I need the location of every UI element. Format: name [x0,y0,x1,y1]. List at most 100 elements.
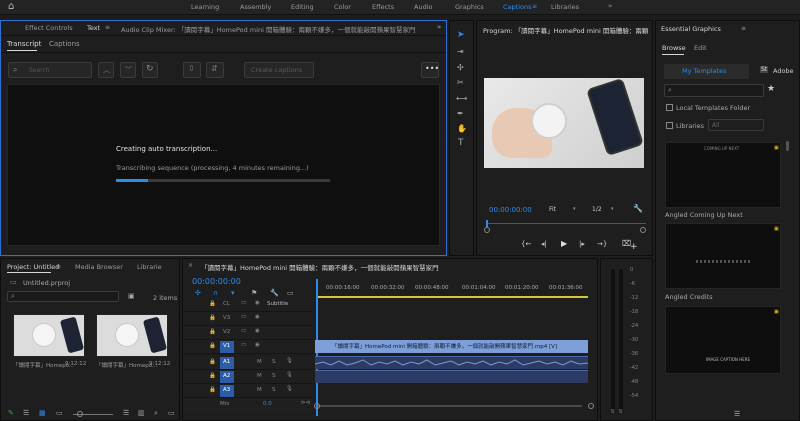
solo-right-button[interactable]: S [619,409,622,415]
adobe-stock-label[interactable]: Adobe [773,67,794,75]
zoom-chevron-icon[interactable]: ▾ [573,206,576,212]
tab-edit[interactable]: Edit [694,44,707,52]
solo-left-button[interactable]: S [611,409,614,415]
workspace-libraries[interactable]: Libraries [551,3,579,11]
tab-text[interactable]: Text [87,24,100,32]
panel-menu-icon[interactable]: ≡ [105,24,110,31]
mark-out-icon[interactable]: →} [597,240,607,248]
timeline-scroll-handle-left[interactable] [314,403,320,409]
project-clip-thumbnail-2[interactable] [96,314,168,357]
freeform-view-icon[interactable]: ▭ [56,409,63,417]
home-icon[interactable]: ⌂ [8,1,14,12]
tab-audio-clip-mixer[interactable]: Audio Clip Mixer: 「讀閱字幕」HomePod mini 開箱體… [121,24,431,34]
captions-toggle-icon[interactable]: ▭ [287,289,294,297]
project-clip-thumbnail-1[interactable] [13,314,85,357]
tab-effect-controls[interactable]: Effect Controls [25,24,73,32]
tab-transcript[interactable]: Transcript [7,40,41,48]
timeline-scrollbar[interactable] [318,405,582,407]
track-select-tool-icon[interactable]: ⇥ [457,47,464,56]
list-view-icon[interactable]: ☰ [23,409,29,417]
workspace-captions[interactable]: Captions [503,3,532,11]
eye-icon[interactable]: ◉ [255,300,260,306]
selection-tool-icon[interactable]: ➤ [457,30,465,40]
audio-clip-a1[interactable] [314,356,589,369]
snap-icon[interactable]: ✣ [195,289,201,297]
templates-search[interactable]: ⌕ [664,84,764,97]
settings-wrench-icon[interactable]: 🔧 [633,204,643,213]
tab-browse[interactable]: Browse [662,44,686,52]
timeline-settings-icon[interactable]: 🔧 [270,289,279,297]
tab-captions[interactable]: Captions [49,40,80,48]
more-options-button[interactable]: ••• [421,62,439,78]
project-menu-icon[interactable]: ≡ [56,263,61,270]
automate-icon[interactable]: ▥ [138,409,145,417]
hand-tool-icon[interactable]: ✋ [457,124,467,133]
workspace-assembly[interactable]: Assembly [240,3,271,11]
lock-icon[interactable]: 🔒 [209,315,216,321]
step-back-icon[interactable]: ◂| [541,240,547,248]
mute-button[interactable]: M [257,359,262,365]
next-result-button[interactable]: ﹀ [120,62,136,78]
marker-icon[interactable]: ⚑ [251,289,257,297]
lock-icon[interactable]: 🔒 [209,329,216,335]
lock-icon[interactable]: 🔒 [209,387,216,393]
refresh-button[interactable]: ↻ [142,62,158,78]
workspace-learning[interactable]: Learning [191,3,219,11]
eye-icon[interactable]: ◉ [255,342,260,348]
eye-icon[interactable]: ◉ [255,314,260,320]
new-item-icon[interactable]: ▭ [168,409,175,417]
template-thumbnail-coming-up-next[interactable]: COMING UP NEXT ▣ [665,142,781,208]
create-captions-button[interactable]: Create captions [244,62,314,78]
eg-scrollbar[interactable] [786,141,789,151]
sync-lock-icon[interactable]: ▭ [241,342,246,348]
workspace-color[interactable]: Color [334,3,351,11]
mute-button[interactable]: M [257,373,262,379]
panel-overflow-icon[interactable]: » [437,23,441,31]
merge-segments-button[interactable]: ⇳ [183,62,201,78]
step-forward-icon[interactable]: |▸ [579,240,585,248]
razor-tool-icon[interactable]: ✂ [457,78,464,87]
icon-view-icon[interactable]: ▦ [39,409,46,417]
solo-button[interactable]: S [272,387,276,393]
sort-icon[interactable]: ☰ [123,409,129,417]
pencil-icon[interactable]: ✎ [8,409,14,417]
timecode-display[interactable]: 00:00:00:00 [192,277,241,286]
sync-lock-icon[interactable]: ▭ [241,328,246,334]
solo-button[interactable]: S [272,359,276,365]
pen-tool-icon[interactable]: ✒ [457,109,464,118]
tab-libraries[interactable]: Librarie [137,263,162,271]
slip-tool-icon[interactable]: ⟷ [456,94,467,103]
scrub-start-handle[interactable] [484,227,490,233]
template-thumbnail-angled-credits[interactable]: ▣ [665,223,781,289]
search-field[interactable]: ⌕ Search [8,62,92,78]
tab-project[interactable]: Project: Untitled [7,263,59,271]
project-search[interactable]: ⌕ [7,291,119,302]
my-templates-tab[interactable]: My Templates [664,64,749,79]
workspace-graphics[interactable]: Graphics [455,3,484,11]
new-bin-icon[interactable]: ▣ [128,292,135,300]
lock-icon[interactable]: 🔒 [209,373,216,379]
scrub-end-handle[interactable] [640,227,646,233]
type-tool-icon[interactable]: T [458,138,464,148]
find-icon[interactable]: ⌕ [154,409,158,418]
local-folder-checkbox[interactable] [666,104,673,111]
program-scrub-bar[interactable] [486,223,646,224]
mark-in-icon[interactable]: {← [521,240,531,248]
playhead-marker[interactable] [486,220,488,227]
timeline-scroll-handle-right[interactable] [588,403,594,409]
eye-icon[interactable]: ◉ [255,328,260,334]
workspace-editing[interactable]: Editing [291,3,314,11]
slider-handle[interactable] [77,411,83,417]
eg-menu-icon[interactable]: ≡ [741,25,746,32]
mute-button[interactable]: M [257,387,262,393]
lock-icon[interactable]: 🔒 [209,301,216,307]
workspace-menu-icon[interactable]: ≡ [532,3,537,10]
ripple-edit-tool-icon[interactable]: ✣ [457,63,464,72]
workspace-audio[interactable]: Audio [414,3,432,11]
lock-icon[interactable]: 🔒 [209,343,216,349]
linked-selection-icon[interactable]: ∩ [213,289,218,297]
more-workspaces-icon[interactable]: » [608,2,612,10]
work-area-bar[interactable] [316,296,588,298]
libraries-dropdown[interactable]: All [708,119,764,131]
adobe-stock-icon[interactable]: St [760,66,769,73]
